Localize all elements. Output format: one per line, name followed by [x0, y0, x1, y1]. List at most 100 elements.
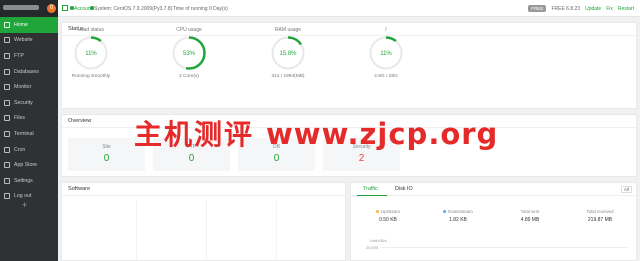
gauge-ring: 11% [74, 36, 108, 70]
menu-icon [4, 37, 10, 44]
gauge-title: / [385, 27, 387, 33]
chart-gridline [380, 247, 628, 248]
gauge-subtitle: 314 / 1994(MB) [271, 74, 305, 79]
sidebar-item-label: Log out [14, 193, 32, 200]
menu-icon [4, 68, 10, 75]
watermark-url: www.zjcp.org [266, 117, 499, 151]
menu-icon [4, 193, 10, 200]
sidebar-item-ftp[interactable]: FTP [0, 48, 58, 64]
gauge-ring: 53% [172, 36, 206, 70]
fix-link[interactable]: Fix [606, 6, 613, 12]
logo [3, 5, 39, 10]
sidebar-item-home[interactable]: Home [0, 17, 58, 33]
traffic-stat-label: Total received [586, 209, 614, 214]
traffic-stat-value: 0.50 KB [379, 217, 397, 223]
sidebar: 0 Home Website FTP Databases Monitor Security… [0, 0, 58, 261]
traffic-stat-value: 4.89 MB [520, 217, 540, 223]
sidebar-item-website[interactable]: Website [0, 33, 58, 49]
active-tab-indicator [357, 194, 387, 196]
sidebar-item-security[interactable]: Security [0, 95, 58, 111]
gauge-ring: 15.8% [271, 36, 305, 70]
sidebar-item-databases[interactable]: Databases [0, 64, 58, 80]
overview-card-value: 0 [103, 153, 110, 164]
sidebar-item-monitor[interactable]: Monitor [0, 79, 58, 95]
version-text: FREE 6.8.23 [551, 5, 581, 12]
menu-icon [4, 52, 10, 59]
status-dot-icon [90, 6, 94, 10]
system-info: System: CentOS 7.9.2009(Py3.7.8) [94, 6, 173, 12]
gauge-subtitle: 2 Core(s) [179, 74, 199, 79]
traffic-stat: Downstream 1.82 KB [428, 209, 488, 223]
legend-dot-icon [443, 210, 447, 213]
restart-link[interactable]: Restart [618, 6, 634, 12]
axis-tick-label: 20,000 [366, 245, 379, 250]
gauge-value: 11% [380, 51, 392, 57]
traffic-stat-label: Downstream [448, 209, 473, 214]
traffic-stat: Total received 219.87 MB [570, 209, 630, 223]
uptime-info: Time of running 0 Day(s) [173, 6, 228, 12]
gauge-title: Load status [78, 27, 104, 33]
menu-icon [4, 146, 10, 153]
traffic-stat: Total sent 4.89 MB [500, 209, 560, 223]
gauge-title: CPU usage [176, 27, 202, 33]
gauge-value: 53% [183, 51, 196, 57]
sidebar-item-app-store[interactable]: App Store [0, 157, 58, 173]
sidebar-item-label: App Store [14, 162, 38, 169]
edition-badge: FREE [528, 5, 547, 12]
sidebar-item-label: Security [14, 99, 33, 106]
menu-icon [4, 99, 10, 106]
add-icon[interactable]: + [22, 200, 27, 210]
overview-card-value: 2 [358, 153, 365, 164]
unit-label: Unit:KB/s [370, 238, 387, 243]
sidebar-item-label: Files [14, 115, 25, 122]
traffic-stat: Upstream 0.50 KB [358, 209, 418, 223]
traffic-stat-value: 219.87 MB [587, 217, 613, 223]
status-title: Status [62, 23, 636, 36]
menu-icon [4, 21, 10, 28]
traffic-stat-label: Total sent [520, 209, 540, 214]
tab-traffic[interactable]: Traffic [363, 186, 378, 192]
legend-dot-icon [375, 210, 379, 213]
sidebar-item-settings[interactable]: Settings [0, 173, 58, 189]
sidebar-header: 0 [0, 0, 58, 17]
sidebar-item-label: Monitor [14, 84, 32, 91]
sidebar-item-label: Databases [14, 68, 39, 75]
sidebar-item-label: Home [14, 21, 28, 28]
sidebar-item-log-out[interactable]: Log out [0, 189, 58, 205]
sidebar-item-label: Settings [14, 177, 33, 184]
tab-disk-io[interactable]: Disk IO [395, 186, 413, 192]
gauge-subtitle: Running smoothly [71, 74, 111, 79]
interface-select[interactable]: All [620, 186, 632, 193]
gauge[interactable]: CPU usage 53% 2 Core(s) [159, 27, 219, 79]
status-panel: Status [61, 22, 637, 109]
menu-icon [4, 130, 10, 137]
notification-badge[interactable]: 0 [47, 4, 56, 13]
sidebar-item-label: Website [14, 37, 33, 44]
gauge[interactable]: Load status 11% Running smoothly [61, 27, 121, 79]
gauge-value: 15.8% [279, 51, 297, 57]
traffic-tabs: Traffic Disk IO All [351, 183, 636, 196]
sidebar-item-label: Cron [14, 146, 26, 153]
home-icon[interactable] [62, 5, 68, 11]
menu-icon [4, 162, 10, 169]
gauge-value: 11% [85, 51, 97, 57]
watermark: 主机测评 www.zjcp.org [134, 113, 498, 153]
software-grid [66, 199, 341, 260]
traffic-stat-label: Upstream [380, 209, 401, 214]
menu-icon [4, 115, 10, 122]
sidebar-item-label: FTP [14, 52, 24, 59]
software-title: Software [62, 183, 345, 196]
update-link[interactable]: Update [585, 6, 601, 12]
status-dot-icon [70, 6, 74, 10]
sidebar-item-terminal[interactable]: Terminal [0, 126, 58, 142]
sidebar-item-cron[interactable]: Cron [0, 142, 58, 158]
top-bar: Account System: CentOS 7.9.2009(Py3.7.8)… [58, 0, 640, 17]
gauge-ring: 11% [369, 36, 403, 70]
sidebar-item-files[interactable]: Files [0, 111, 58, 127]
menu-icon [4, 177, 10, 184]
gauge[interactable]: RAM usage 15.8% 314 / 1994(MB) [258, 27, 318, 79]
gauge[interactable]: / 11% 2.9G / 28G [356, 27, 416, 79]
gauge-subtitle: 2.9G / 28G [374, 74, 398, 79]
watermark-cn: 主机测评 [134, 118, 255, 151]
sidebar-item-label: Terminal [14, 130, 34, 137]
